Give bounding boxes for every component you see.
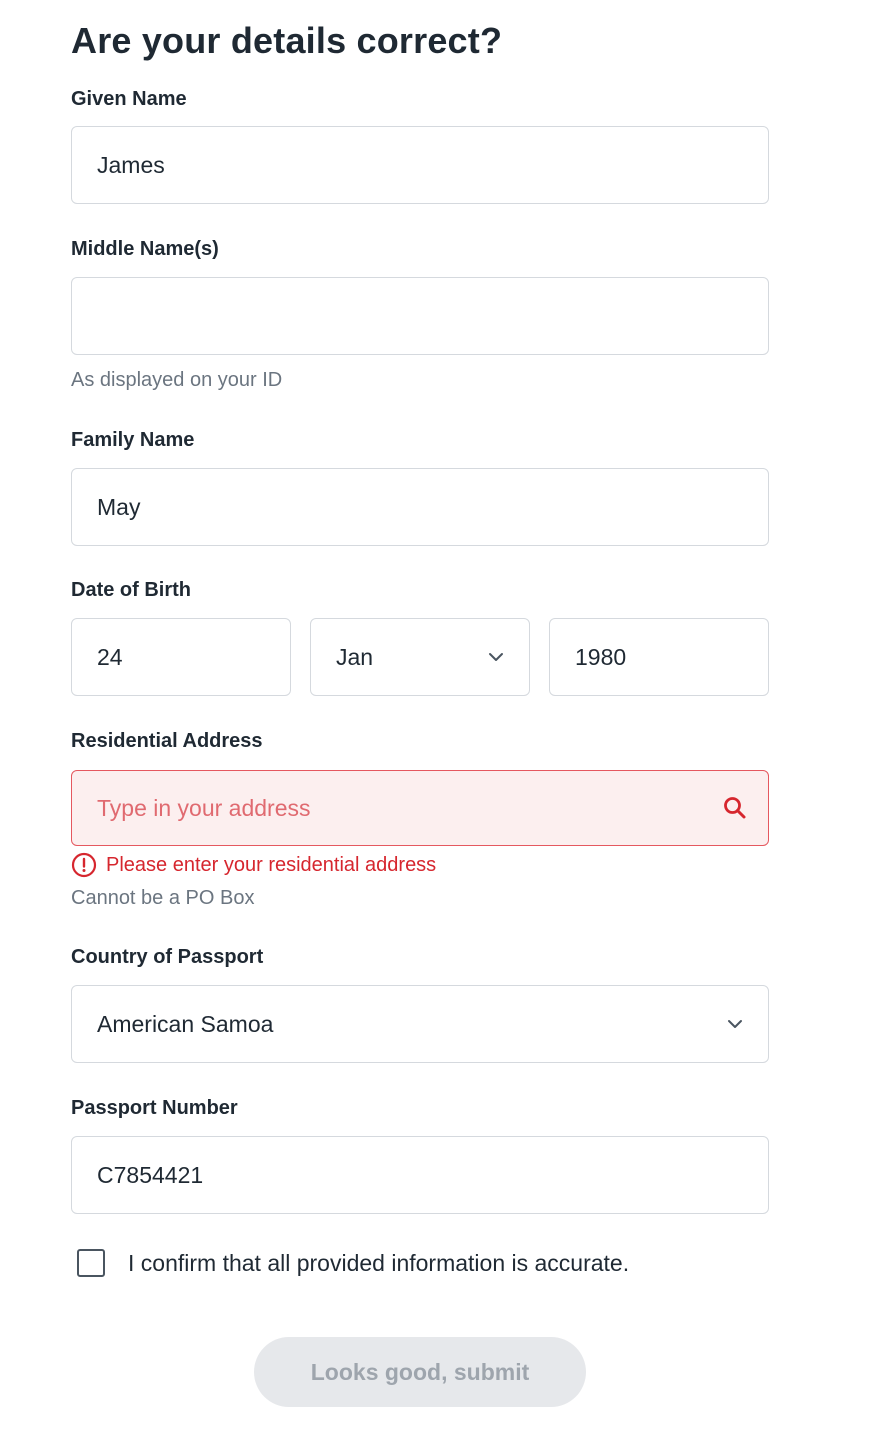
- submit-button[interactable]: Looks good, submit: [254, 1337, 586, 1407]
- dob-year-value: 1980: [575, 643, 627, 670]
- address-input[interactable]: [97, 794, 697, 822]
- error-circle-icon: [71, 852, 97, 878]
- given-name-value: James: [97, 151, 165, 178]
- family-name-label: Family Name: [71, 429, 195, 451]
- given-name-label: Given Name: [71, 88, 187, 110]
- given-name-field[interactable]: James: [71, 126, 769, 204]
- address-error-message: Please enter your residential address: [71, 852, 436, 878]
- address-label: Residential Address: [71, 730, 263, 752]
- family-name-value: May: [97, 493, 141, 520]
- confirm-checkbox[interactable]: [77, 1249, 105, 1277]
- page-title: Are your details correct?: [71, 20, 503, 61]
- details-form-page: Are your details correct? Given Name Jam…: [0, 0, 894, 1448]
- dob-day-value: 24: [97, 643, 123, 670]
- dob-month-select[interactable]: Jan: [310, 618, 530, 696]
- dob-label: Date of Birth: [71, 579, 191, 601]
- middle-name-field[interactable]: [71, 277, 769, 355]
- middle-name-label: Middle Name(s): [71, 238, 219, 260]
- family-name-field[interactable]: May: [71, 468, 769, 546]
- dob-year-field[interactable]: 1980: [549, 618, 769, 696]
- confirm-row[interactable]: I confirm that all provided information …: [77, 1249, 629, 1277]
- passport-number-value: C7854421: [97, 1161, 204, 1188]
- middle-name-hint: As displayed on your ID: [71, 369, 283, 391]
- dob-day-field[interactable]: 24: [71, 618, 291, 696]
- passport-number-field[interactable]: C7854421: [71, 1136, 769, 1214]
- address-hint: Cannot be a PO Box: [71, 887, 255, 909]
- chevron-down-icon: [489, 653, 503, 661]
- address-error-text: Please enter your residential address: [106, 853, 437, 876]
- passport-country-select[interactable]: American Samoa: [71, 985, 769, 1063]
- confirm-label[interactable]: I confirm that all provided information …: [128, 1250, 629, 1277]
- passport-number-label: Passport Number: [71, 1097, 238, 1119]
- passport-country-value: American Samoa: [97, 1010, 274, 1037]
- chevron-down-icon: [728, 1020, 742, 1028]
- address-search-field[interactable]: [71, 770, 769, 846]
- search-icon[interactable]: [722, 795, 748, 821]
- dob-month-value: Jan: [336, 643, 374, 670]
- passport-country-label: Country of Passport: [71, 946, 264, 968]
